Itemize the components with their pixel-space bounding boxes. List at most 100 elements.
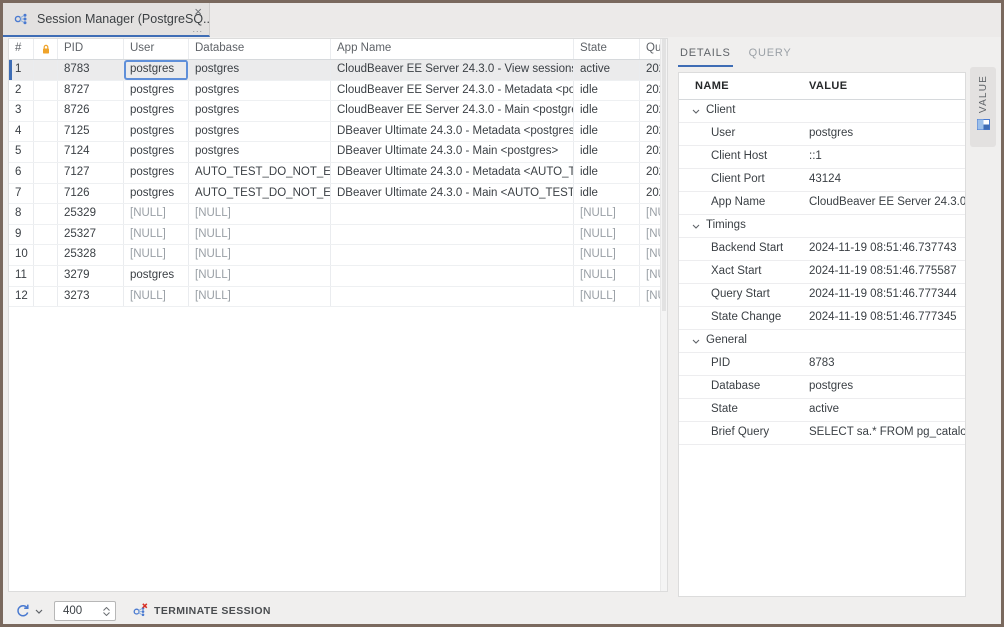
cell-app-name[interactable] bbox=[331, 266, 574, 286]
refresh-button[interactable] bbox=[15, 603, 31, 619]
cell-pid[interactable]: 25327 bbox=[58, 225, 124, 245]
cell-user[interactable]: [NULL] bbox=[124, 225, 189, 245]
details-row[interactable]: Client Host ::1 bbox=[679, 146, 965, 169]
spinner-up-icon[interactable] bbox=[103, 607, 110, 611]
cell-app-name[interactable]: CloudBeaver EE Server 24.3.0 - Main <pos… bbox=[331, 101, 574, 121]
cell-state[interactable]: idle bbox=[574, 101, 640, 121]
cell-state[interactable]: [NULL] bbox=[574, 204, 640, 224]
cell-number[interactable]: 4 bbox=[9, 122, 34, 142]
cell-app-name[interactable]: DBeaver Ultimate 24.3.0 - Main <AUTO_TES… bbox=[331, 184, 574, 204]
cell-database[interactable]: [NULL] bbox=[189, 266, 331, 286]
refresh-dropdown-icon[interactable] bbox=[35, 609, 43, 614]
cell-query[interactable]: [NU bbox=[640, 225, 660, 245]
cell-user[interactable]: postgres bbox=[124, 163, 189, 183]
cell-database[interactable]: [NULL] bbox=[189, 245, 331, 265]
column-header-lock[interactable] bbox=[34, 39, 58, 59]
table-row[interactable]: 3 8726 postgres postgres CloudBeaver EE … bbox=[9, 101, 660, 122]
cell-number[interactable]: 3 bbox=[9, 101, 34, 121]
details-row[interactable]: Brief Query SELECT sa.* FROM pg_catalog bbox=[679, 422, 965, 445]
cell-query[interactable]: 202 bbox=[640, 142, 660, 162]
column-header-user[interactable]: User bbox=[124, 39, 189, 59]
column-header-query[interactable]: Que bbox=[640, 39, 660, 59]
table-row[interactable]: 6 7127 postgres AUTO_TEST_DO_NOT_EDIT DB… bbox=[9, 163, 660, 184]
cell-lock[interactable] bbox=[34, 142, 58, 162]
details-group-row[interactable]: Timings bbox=[679, 215, 965, 238]
cell-query[interactable]: [NU bbox=[640, 287, 660, 307]
cell-database[interactable]: [NULL] bbox=[189, 204, 331, 224]
cell-lock[interactable] bbox=[34, 287, 58, 307]
table-row[interactable]: 9 25327 [NULL] [NULL] [NULL] [NU bbox=[9, 225, 660, 246]
cell-pid[interactable]: 3279 bbox=[58, 266, 124, 286]
terminate-session-button[interactable]: TERMINATE SESSION bbox=[132, 603, 271, 619]
table-row[interactable]: 12 3273 [NULL] [NULL] [NULL] [NU bbox=[9, 287, 660, 308]
cell-state[interactable]: idle bbox=[574, 163, 640, 183]
cell-state[interactable]: [NULL] bbox=[574, 287, 640, 307]
cell-user[interactable]: postgres bbox=[124, 101, 189, 121]
tab-query[interactable]: QUERY bbox=[747, 41, 794, 67]
cell-lock[interactable] bbox=[34, 81, 58, 101]
column-header-app-name[interactable]: App Name bbox=[331, 39, 574, 59]
details-row[interactable]: Client Port 43124 bbox=[679, 169, 965, 192]
cell-pid[interactable]: 7125 bbox=[58, 122, 124, 142]
table-row[interactable]: 8 25329 [NULL] [NULL] [NULL] [NU bbox=[9, 204, 660, 225]
cell-lock[interactable] bbox=[34, 122, 58, 142]
details-row[interactable]: Query Start 2024-11-19 08:51:46.777344 bbox=[679, 284, 965, 307]
cell-number[interactable]: 11 bbox=[9, 266, 34, 286]
cell-user[interactable]: postgres bbox=[124, 184, 189, 204]
cell-number[interactable]: 2 bbox=[9, 81, 34, 101]
cell-number[interactable]: 10 bbox=[9, 245, 34, 265]
cell-number[interactable]: 12 bbox=[9, 287, 34, 307]
cell-database[interactable]: [NULL] bbox=[189, 287, 331, 307]
cell-lock[interactable] bbox=[34, 266, 58, 286]
column-header-database[interactable]: Database bbox=[189, 39, 331, 59]
column-header-state[interactable]: State bbox=[574, 39, 640, 59]
tab-session-manager[interactable]: Session Manager (PostgreSQ... × ... bbox=[3, 3, 210, 37]
cell-state[interactable]: idle bbox=[574, 142, 640, 162]
tab-close-icon[interactable]: × bbox=[194, 5, 202, 18]
cell-user[interactable]: postgres bbox=[124, 266, 189, 286]
value-panel-tab[interactable]: VALUE bbox=[970, 67, 996, 147]
tab-details[interactable]: DETAILS bbox=[678, 41, 733, 67]
cell-app-name[interactable]: CloudBeaver EE Server 24.3.0 - Metadata … bbox=[331, 81, 574, 101]
cell-database[interactable]: postgres bbox=[189, 101, 331, 121]
cell-number[interactable]: 9 bbox=[9, 225, 34, 245]
cell-lock[interactable] bbox=[34, 163, 58, 183]
column-header-pid[interactable]: PID bbox=[58, 39, 124, 59]
cell-pid[interactable]: 8726 bbox=[58, 101, 124, 121]
details-row[interactable]: Xact Start 2024-11-19 08:51:46.775587 bbox=[679, 261, 965, 284]
cell-pid[interactable]: 7124 bbox=[58, 142, 124, 162]
cell-app-name[interactable] bbox=[331, 245, 574, 265]
cell-number[interactable]: 8 bbox=[9, 204, 34, 224]
cell-user[interactable]: [NULL] bbox=[124, 204, 189, 224]
cell-app-name[interactable]: DBeaver Ultimate 24.3.0 - Metadata <AUTO… bbox=[331, 163, 574, 183]
cell-app-name[interactable]: DBeaver Ultimate 24.3.0 - Metadata <post… bbox=[331, 122, 574, 142]
details-row[interactable]: Backend Start 2024-11-19 08:51:46.737743 bbox=[679, 238, 965, 261]
refresh-interval-input[interactable] bbox=[55, 605, 99, 617]
cell-database[interactable]: postgres bbox=[189, 142, 331, 162]
cell-pid[interactable]: 7127 bbox=[58, 163, 124, 183]
cell-database[interactable]: postgres bbox=[189, 122, 331, 142]
details-row[interactable]: User postgres bbox=[679, 123, 965, 146]
cell-state[interactable]: [NULL] bbox=[574, 225, 640, 245]
cell-state[interactable]: [NULL] bbox=[574, 245, 640, 265]
cell-app-name[interactable]: DBeaver Ultimate 24.3.0 - Main <postgres… bbox=[331, 142, 574, 162]
cell-query[interactable]: 202 bbox=[640, 184, 660, 204]
cell-user[interactable]: postgres bbox=[124, 142, 189, 162]
cell-query[interactable]: 202 bbox=[640, 60, 660, 80]
table-row[interactable]: 2 8727 postgres postgres CloudBeaver EE … bbox=[9, 81, 660, 102]
details-row[interactable]: App Name CloudBeaver EE Server 24.3.0 - bbox=[679, 192, 965, 215]
table-vertical-scrollbar[interactable] bbox=[660, 39, 667, 591]
cell-state[interactable]: idle bbox=[574, 122, 640, 142]
scrollbar-thumb[interactable] bbox=[662, 39, 666, 311]
cell-state[interactable]: idle bbox=[574, 184, 640, 204]
cell-lock[interactable] bbox=[34, 204, 58, 224]
cell-number[interactable]: 7 bbox=[9, 184, 34, 204]
cell-lock[interactable] bbox=[34, 184, 58, 204]
cell-user[interactable]: [NULL] bbox=[124, 287, 189, 307]
details-row[interactable]: State Change 2024-11-19 08:51:46.777345 bbox=[679, 307, 965, 330]
cell-state[interactable]: active bbox=[574, 60, 640, 80]
cell-number[interactable]: 5 bbox=[9, 142, 34, 162]
table-row[interactable]: 7 7126 postgres AUTO_TEST_DO_NOT_EDIT DB… bbox=[9, 184, 660, 205]
column-header-number[interactable]: # bbox=[9, 39, 34, 59]
cell-lock[interactable] bbox=[34, 101, 58, 121]
